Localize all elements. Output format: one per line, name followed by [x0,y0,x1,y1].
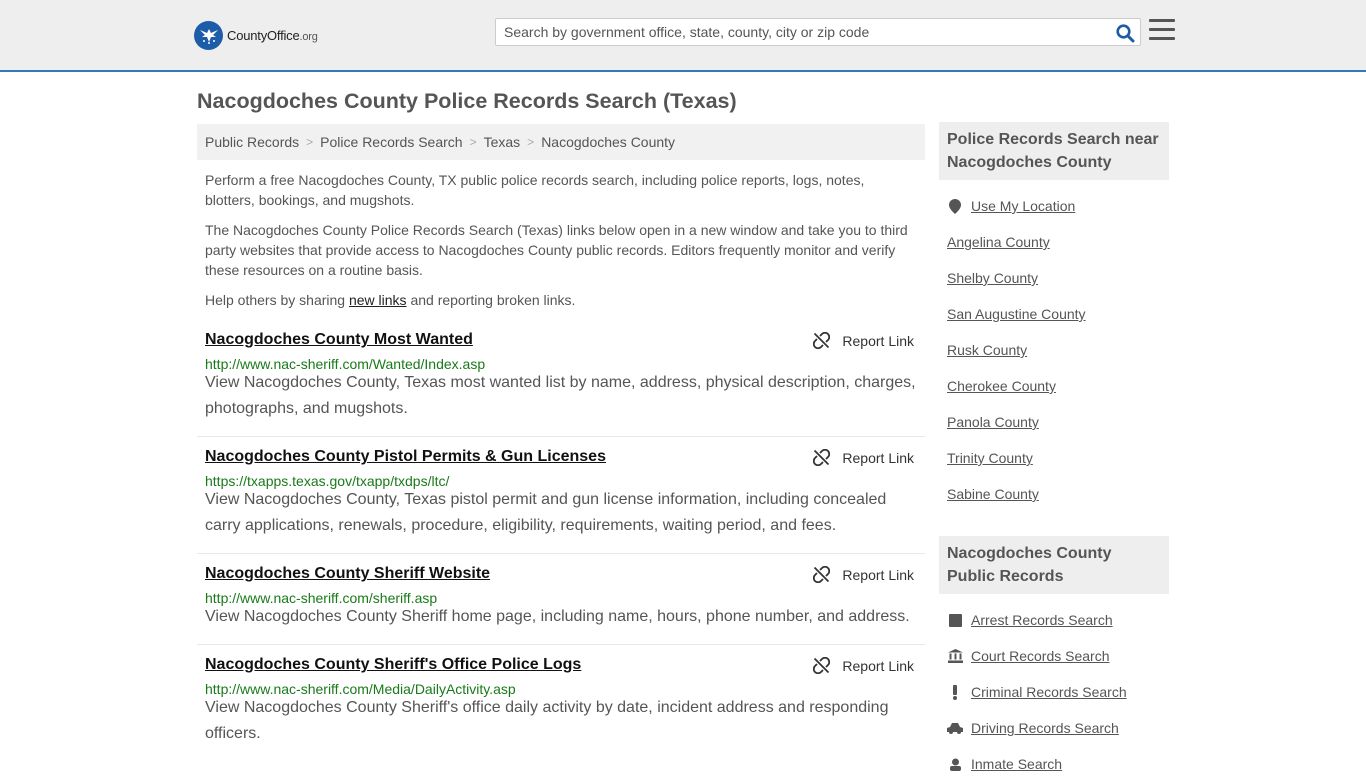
broken-link-icon [813,657,831,674]
map-pin-icon [947,198,963,214]
breadcrumb-police-records-search[interactable]: Police Records Search [320,134,462,150]
listing-item: Nacogdoches County Most Wanted Report Li… [197,331,925,437]
exclamation-icon [947,684,963,700]
public-records-list: Arrest Records Search Court Records Sear… [939,602,1169,782]
search-icon[interactable] [1114,22,1136,44]
nearby-county-item: Trinity County [939,440,1169,476]
listing-title-link[interactable]: Nacogdoches County Sheriff's Office Poli… [205,656,581,674]
records-item: Driving Records Search [939,710,1169,746]
nearby-county-item: Panola County [939,404,1169,440]
listing-item: Nacogdoches County Sheriff Website Repor… [197,565,925,645]
listing-description: View Nacogdoches County, Texas most want… [205,374,916,417]
nearby-county-item: Sabine County [939,476,1169,512]
records-link[interactable]: Court Records Search [971,648,1110,664]
nearby-county-link[interactable]: San Augustine County [947,306,1086,322]
breadcrumb-separator: > [527,135,535,149]
breadcrumb-separator: > [306,135,314,149]
site-logo[interactable]: CountyOffice.org [194,20,318,50]
new-links-link[interactable]: new links [349,292,407,308]
breadcrumb-public-records[interactable]: Public Records [205,134,299,150]
records-item: Arrest Records Search [939,602,1169,638]
listing-description: View Nacogdoches County, Texas pistol pe… [205,491,887,534]
report-link-button[interactable]: Report Link [813,566,914,583]
nearby-county-link[interactable]: Rusk County [947,342,1027,358]
nearby-county-item: San Augustine County [939,296,1169,332]
listing-title-link[interactable]: Nacogdoches County Sheriff Website [205,565,490,583]
nearby-county-list: Use My Location Angelina County Shelby C… [939,188,1169,512]
sidebar-public-records: Nacogdoches County Public Records Arrest… [939,536,1169,782]
records-item: Court Records Search [939,638,1169,674]
records-link[interactable]: Inmate Search [971,756,1062,772]
nearby-county-link[interactable]: Trinity County [947,450,1033,466]
search-box [495,18,1141,46]
intro-paragraph-2: The Nacogdoches County Police Records Se… [205,222,908,278]
site-header: CountyOffice.org [0,0,1366,72]
listing-description: View Nacogdoches County Sheriff's office… [205,699,889,742]
records-link[interactable]: Criminal Records Search [971,684,1127,700]
records-link[interactable]: Arrest Records Search [971,612,1113,628]
nearby-county-link[interactable]: Panola County [947,414,1039,430]
courthouse-icon [947,649,963,663]
breadcrumb-texas[interactable]: Texas [484,134,521,150]
search-input[interactable] [496,19,1106,45]
report-link-button[interactable]: Report Link [813,332,914,349]
nearby-county-item: Cherokee County [939,368,1169,404]
nearby-county-item: Angelina County [939,224,1169,260]
breadcrumb: Public Records > Police Records Search >… [197,124,925,160]
page-title: Nacogdoches County Police Records Search… [197,89,737,113]
use-location-item: Use My Location [939,188,1169,224]
sidebar-records-heading: Nacogdoches County Public Records [939,536,1169,594]
records-item: Criminal Records Search [939,674,1169,710]
nearby-county-link[interactable]: Cherokee County [947,378,1056,394]
square-icon [947,613,963,627]
report-link-button[interactable]: Report Link [813,657,914,674]
nearby-county-item: Shelby County [939,260,1169,296]
broken-link-icon [813,566,831,583]
eagle-logo-icon [194,20,223,50]
listing-item: Nacogdoches County Sheriff's Office Poli… [197,656,925,768]
listing-title-link[interactable]: Nacogdoches County Pistol Permits & Gun … [205,448,606,466]
logo-text: CountyOffice.org [227,27,318,43]
breadcrumb-separator: > [469,135,477,149]
hamburger-menu-icon[interactable] [1149,19,1175,43]
inmate-icon [947,758,963,771]
records-item: Inmate Search [939,746,1169,782]
listing-item: Nacogdoches County Pistol Permits & Gun … [197,448,925,554]
sidebar-nearby: Police Records Search near Nacogdoches C… [939,122,1169,512]
report-link-button[interactable]: Report Link [813,449,914,466]
listing-title-link[interactable]: Nacogdoches County Most Wanted [205,331,473,349]
car-icon [947,722,963,734]
broken-link-icon [813,332,831,349]
sidebar-nearby-heading: Police Records Search near Nacogdoches C… [939,122,1169,180]
nearby-county-link[interactable]: Shelby County [947,270,1038,286]
intro-paragraph-3: Help others by sharing new links and rep… [205,292,576,308]
breadcrumb-current: Nacogdoches County [541,134,676,150]
use-my-location-link[interactable]: Use My Location [971,198,1075,214]
nearby-county-link[interactable]: Angelina County [947,234,1050,250]
intro-text: Perform a free Nacogdoches County, TX pu… [205,170,917,320]
intro-paragraph-1: Perform a free Nacogdoches County, TX pu… [205,172,865,208]
listing-description: View Nacogdoches County Sheriff home pag… [205,608,910,625]
broken-link-icon [813,449,831,466]
records-link[interactable]: Driving Records Search [971,720,1119,736]
nearby-county-item: Rusk County [939,332,1169,368]
nearby-county-link[interactable]: Sabine County [947,486,1039,502]
